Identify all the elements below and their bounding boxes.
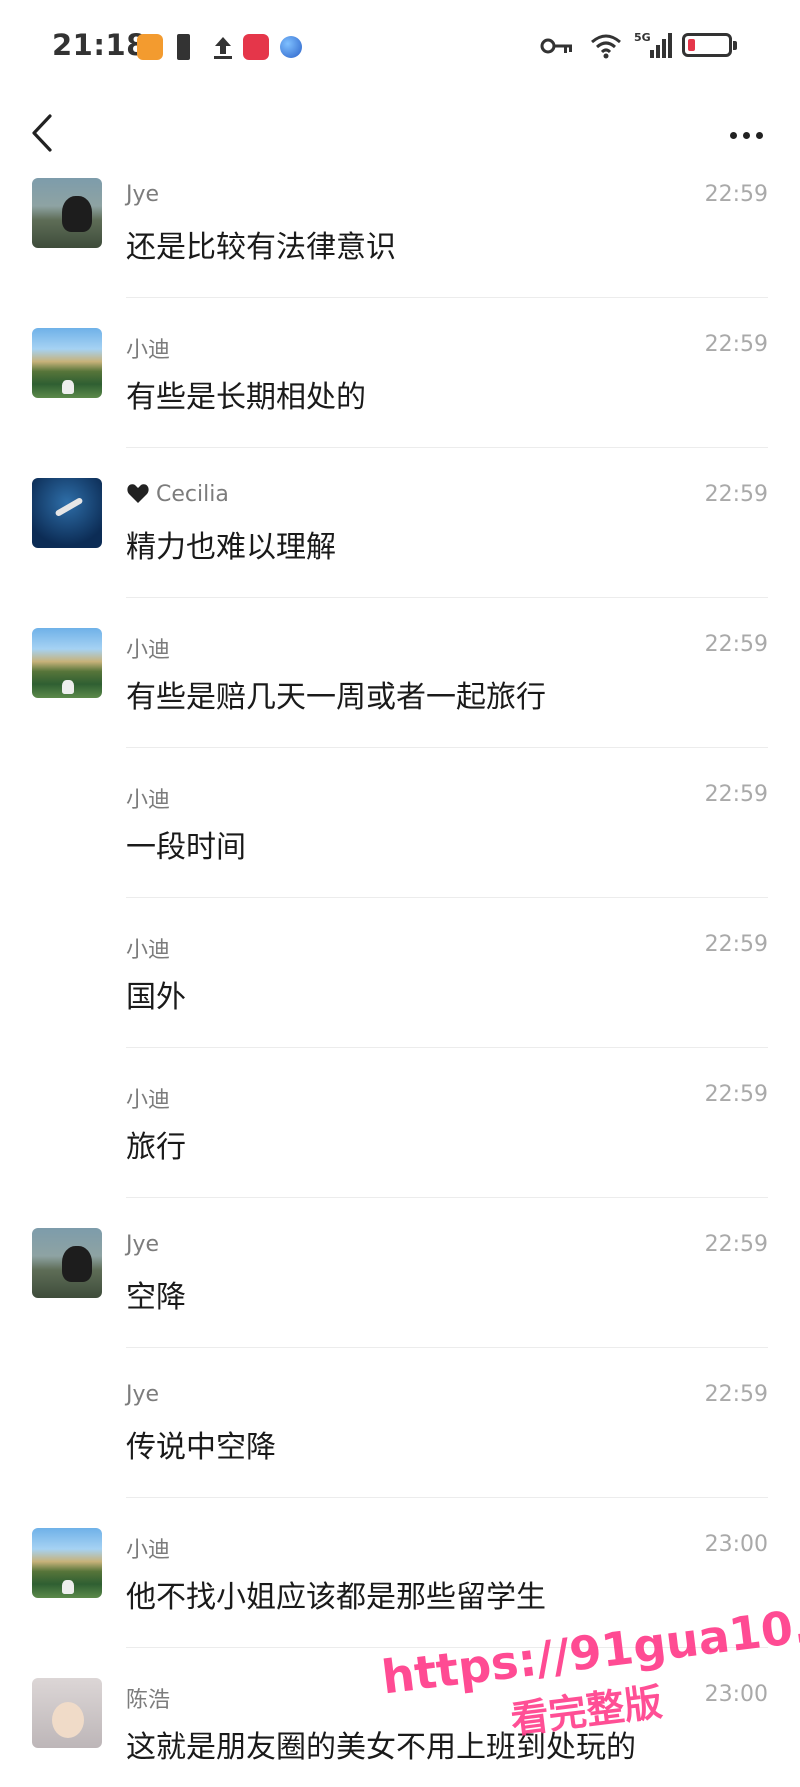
message-text: 有些是长期相处的: [126, 380, 366, 415]
chat-nav-bar: [0, 92, 800, 178]
red-app-icon: [243, 34, 269, 60]
sender-name: Jye: [126, 1232, 159, 1257]
avatar[interactable]: [32, 1228, 102, 1298]
sender-name: 小迪: [126, 932, 170, 964]
message-text: 这就是朋友圈的美女不用上班到处玩的: [126, 1730, 636, 1765]
vpn-key-icon: [540, 38, 572, 54]
sender-label: 小迪: [126, 338, 171, 363]
message-row[interactable]: 陈浩 23:00 这就是朋友圈的美女不用上班到处玩的: [0, 1648, 800, 1787]
sender-name: 小迪: [126, 332, 170, 364]
message-text: 还是比较有法律意识: [126, 230, 396, 265]
sender-label: 小迪: [126, 638, 171, 663]
sender-name: 小迪: [126, 782, 170, 814]
message-time: 23:00: [704, 1532, 768, 1557]
sender-name: 小迪: [126, 1532, 170, 1564]
message-row[interactable]: Cecilia 22:59 精力也难以理解: [0, 448, 800, 598]
sender-name: Jye: [126, 182, 159, 207]
message-row[interactable]: Jye 22:59 空降: [0, 1198, 800, 1348]
message-row[interactable]: Jye 22:59 还是比较有法律意识: [0, 178, 800, 298]
message-text: 空降: [126, 1280, 186, 1315]
avatar[interactable]: [32, 328, 102, 398]
black-heart-icon: [127, 484, 149, 503]
message-time: 22:59: [704, 632, 768, 657]
avatar[interactable]: [32, 178, 102, 248]
battery-icon: [682, 33, 737, 57]
status-bar: 21:18 5G: [0, 0, 800, 92]
message-time: 22:59: [704, 332, 768, 357]
cellular-signal-icon: 5G: [634, 31, 672, 58]
message-time: 22:59: [704, 1232, 768, 1257]
sender-label: 小迪: [126, 1538, 171, 1563]
avatar[interactable]: [32, 478, 102, 548]
sender-name: 陈浩: [126, 1682, 170, 1714]
message-list[interactable]: Jye 22:59 还是比较有法律意识小迪 22:59 有些是长期相处的 Cecilia 2…: [0, 178, 800, 1787]
sender-label: 小迪: [126, 1088, 171, 1113]
message-text: 精力也难以理解: [126, 530, 336, 565]
status-time: 21:18: [52, 28, 147, 62]
avatar[interactable]: [32, 1528, 102, 1598]
sender-label: 小迪: [126, 788, 171, 813]
avatar[interactable]: [32, 628, 102, 698]
message-text: 国外: [126, 980, 186, 1015]
message-text: 旅行: [126, 1130, 186, 1165]
sender-label: Jye: [126, 1382, 160, 1407]
message-time: 23:00: [704, 1682, 768, 1707]
browser-icon: [280, 36, 302, 58]
message-row[interactable]: 小迪 23:00 他不找小姐应该都是那些留学生: [0, 1498, 800, 1648]
sender-label: 小迪: [126, 938, 171, 963]
sender-label: Cecilia: [156, 482, 229, 507]
sender-label: Jye: [126, 182, 160, 207]
sender-name: Jye: [126, 1382, 159, 1407]
wifi-icon: [591, 34, 621, 59]
message-row[interactable]: 小迪 22:59 一段时间: [0, 748, 800, 898]
message-row[interactable]: 小迪 22:59 旅行: [0, 1048, 800, 1198]
message-row[interactable]: 小迪 22:59 国外: [0, 898, 800, 1048]
message-text: 传说中空降: [126, 1430, 276, 1465]
more-horizontal-icon[interactable]: [730, 124, 770, 139]
message-row[interactable]: 小迪 22:59 有些是长期相处的: [0, 298, 800, 448]
sender-label: Jye: [126, 1232, 160, 1257]
message-time: 22:59: [704, 782, 768, 807]
message-time: 22:59: [704, 482, 768, 507]
chevron-left-icon[interactable]: [28, 112, 56, 154]
battery-saver-icon: [177, 34, 190, 60]
upload-icon: [210, 34, 236, 60]
message-time: 22:59: [704, 182, 768, 207]
message-row[interactable]: 小迪 22:59 有些是赔几天一周或者一起旅行: [0, 598, 800, 748]
system-indicators: 5G: [540, 30, 740, 64]
message-time: 22:59: [704, 1082, 768, 1107]
svg-text:5G: 5G: [634, 31, 651, 44]
message-time: 22:59: [704, 932, 768, 957]
message-row[interactable]: Jye 22:59 传说中空降: [0, 1348, 800, 1498]
avatar[interactable]: [32, 1678, 102, 1748]
app-notification-icon: [137, 34, 163, 60]
sender-name: 小迪: [126, 1082, 170, 1114]
sender-name: 小迪: [126, 632, 170, 664]
sender-label: 陈浩: [126, 1688, 171, 1713]
message-time: 22:59: [704, 1382, 768, 1407]
message-text: 一段时间: [126, 830, 246, 865]
message-text: 有些是赔几天一周或者一起旅行: [126, 680, 546, 715]
sender-name: Cecilia: [126, 482, 229, 507]
message-text: 他不找小姐应该都是那些留学生: [126, 1580, 546, 1615]
